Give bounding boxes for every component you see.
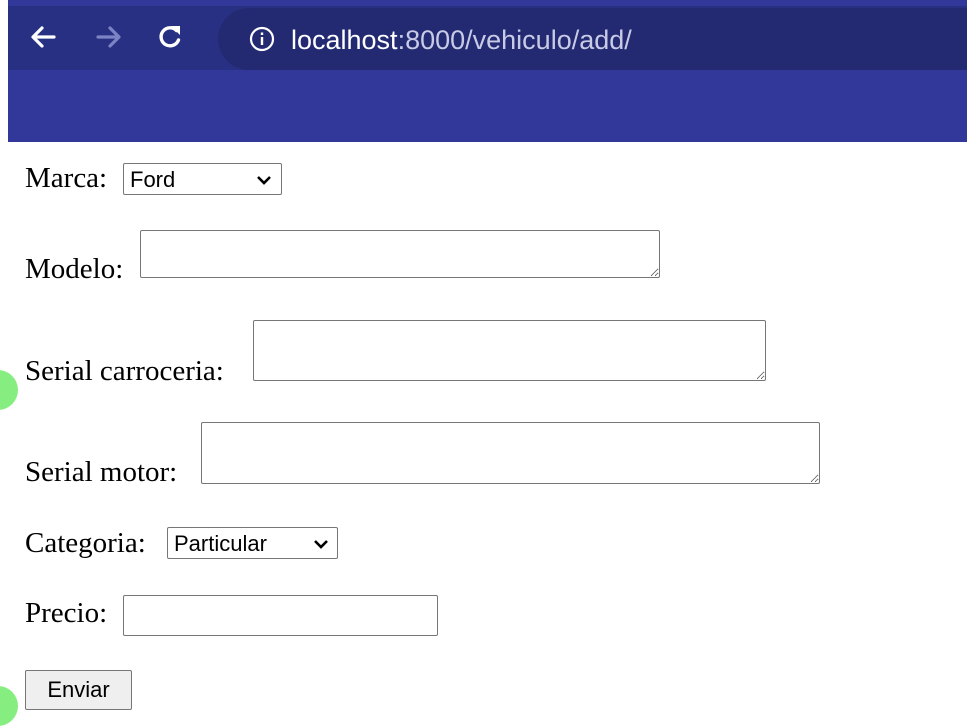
- url-text[interactable]: localhost:8000/vehiculo/add/: [291, 20, 632, 60]
- arrow-right-icon: [96, 26, 121, 48]
- info-icon[interactable]: [248, 25, 276, 53]
- submit-button[interactable]: Enviar: [25, 670, 132, 710]
- url-path: :8000/vehiculo/add/: [397, 25, 632, 55]
- url-host: localhost: [291, 25, 398, 55]
- marker-dot: [0, 686, 18, 726]
- forward-button[interactable]: [94, 22, 124, 52]
- serial-carroceria-textarea[interactable]: [253, 320, 766, 381]
- precio-label: Precio:: [25, 597, 108, 629]
- reload-button[interactable]: [155, 22, 185, 52]
- arrow-left-icon: [31, 26, 56, 48]
- categoria-label: Categoria:: [25, 527, 146, 559]
- serial-motor-textarea[interactable]: [201, 422, 820, 484]
- modelo-textarea[interactable]: [140, 230, 660, 278]
- serial-carroceria-label: Serial carroceria:: [25, 355, 224, 387]
- back-button[interactable]: [28, 22, 58, 52]
- marca-select[interactable]: Ford: [123, 163, 282, 195]
- modelo-label: Modelo:: [25, 253, 124, 285]
- precio-input[interactable]: [123, 595, 438, 636]
- marca-label: Marca:: [25, 162, 108, 194]
- reload-icon: [159, 26, 181, 48]
- categoria-select[interactable]: Particular: [167, 527, 338, 559]
- serial-motor-label: Serial motor:: [25, 456, 178, 488]
- marker-dot: [0, 370, 18, 410]
